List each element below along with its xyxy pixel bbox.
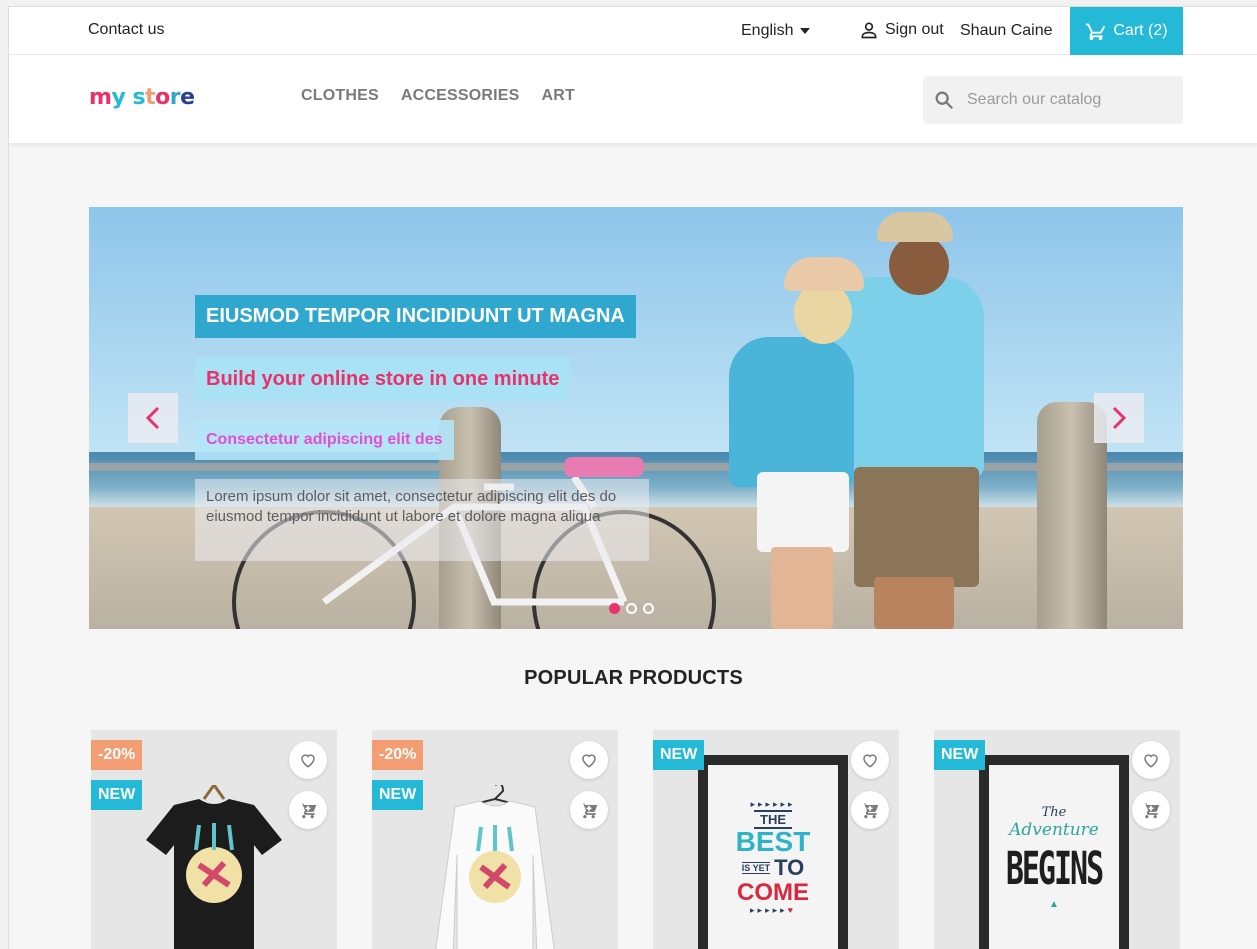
poster-dots: ▸▸▸▸▸♥ [750, 905, 796, 915]
poster-line: The [1041, 805, 1067, 820]
slide-tagline: Consectetur adipiscing elit des [195, 420, 454, 460]
menu-clothes[interactable]: CLOTHES [301, 87, 379, 105]
slide-title: EIUSMOD TEMPOR INCIDIDUNT UT MAGNA [195, 295, 636, 338]
sign-out-link[interactable]: Sign out [859, 20, 944, 40]
chevron-left-icon [145, 406, 160, 430]
wishlist-button[interactable] [289, 741, 327, 779]
poster-dots: ▸▸▸▸▸▸ [750, 799, 796, 809]
slide-person-man-shorts [854, 467, 979, 587]
product-card[interactable]: -20% NEW [372, 730, 618, 949]
poster-line: COME [737, 879, 809, 906]
poster-line: IS YET [741, 862, 771, 874]
language-selector[interactable]: English [741, 22, 811, 40]
main-menu: CLOTHES ACCESSORIES ART [301, 87, 575, 105]
add-cart-icon [1143, 803, 1160, 819]
slide-person-woman-legs [771, 547, 833, 629]
add-to-cart-button[interactable] [570, 791, 608, 829]
menu-art[interactable]: ART [542, 87, 575, 105]
new-badge: NEW [91, 780, 143, 810]
logo-letter: e [180, 85, 195, 110]
poster-frame: ▸▸▸▸▸▸ THE BEST IS YET TO COME ▸▸▸▸▸♥ [698, 755, 848, 949]
new-badge: NEW [653, 740, 705, 770]
logo-letter: o [155, 85, 170, 110]
slider-dot[interactable] [626, 603, 637, 614]
product-card[interactable]: ▸▸▸▸▸▸ THE BEST IS YET TO COME ▸▸▸▸▸♥ NE… [653, 730, 899, 949]
logo-letter: s [132, 85, 146, 110]
chevron-right-icon [1112, 406, 1127, 430]
poster-line-row: IS YET TO [741, 855, 805, 881]
slide-person-man-head [889, 235, 949, 295]
poster-line: TO [774, 855, 805, 880]
slide-person-man [834, 277, 984, 477]
slider-dots [609, 603, 654, 614]
slide-person-man-hat [877, 212, 953, 242]
hero-slider: EIUSMOD TEMPOR INCIDIDUNT UT MAGNA Build… [89, 207, 1183, 629]
slide-person-woman [729, 337, 854, 487]
wishlist-button[interactable] [570, 741, 608, 779]
menu-accessories[interactable]: ACCESSORIES [401, 87, 520, 105]
contact-us-link[interactable]: Contact us [88, 21, 164, 39]
discount-badge: -20% [91, 740, 143, 770]
search-icon[interactable] [933, 89, 955, 111]
product-list: -20% NEW -20% NEW ▸▸▸▸▸▸ THE BEST IS YET… [91, 730, 1180, 949]
heart-icon [1144, 754, 1158, 768]
slide-person-woman-hat [784, 257, 864, 291]
heart-icon [582, 754, 596, 768]
top-nav: Contact us English Sign out Shaun Caine … [9, 7, 1257, 55]
slide-person-woman-head [794, 282, 852, 344]
slide-body: Lorem ipsum dolor sit amet, consectetur … [195, 479, 649, 561]
search-box [923, 76, 1183, 124]
discount-badge: -20% [372, 740, 424, 770]
caret-down-icon [800, 28, 811, 34]
slider-dot[interactable] [643, 603, 654, 614]
page: Contact us English Sign out Shaun Caine … [8, 6, 1257, 949]
poster-line: BEST [735, 826, 811, 857]
black-tshirt-image [146, 785, 282, 949]
sign-out-label: Sign out [885, 21, 944, 38]
cart-button[interactable]: Cart (2) [1070, 7, 1183, 55]
new-badge: NEW [934, 740, 986, 770]
add-cart-icon [300, 803, 317, 819]
logo-letter: t [145, 85, 156, 110]
product-card[interactable]: -20% NEW [91, 730, 337, 949]
product-card[interactable]: The Adventure BEGINS ▲ NEW [934, 730, 1180, 949]
slide-person-man-legs [874, 577, 954, 629]
poster-best-is-yet-to-come: ▸▸▸▸▸▸ THE BEST IS YET TO COME ▸▸▸▸▸♥ [708, 765, 838, 949]
logo-letter: m [89, 85, 112, 110]
slider-prev-button[interactable] [128, 393, 178, 443]
tent-icon: ▲ [1049, 899, 1059, 910]
poster-adventure-begins: The Adventure BEGINS ▲ [989, 765, 1119, 949]
account-name[interactable]: Shaun Caine [960, 22, 1053, 40]
new-badge: NEW [372, 780, 424, 810]
cart-icon [1086, 23, 1106, 41]
user-icon [861, 22, 877, 39]
wishlist-button[interactable] [1132, 741, 1170, 779]
poster-frame: The Adventure BEGINS ▲ [979, 755, 1129, 949]
search-input[interactable] [967, 91, 1167, 109]
heart-icon [301, 754, 315, 768]
add-to-cart-button[interactable] [289, 791, 327, 829]
logo-letter: y [111, 85, 126, 110]
add-cart-icon [581, 803, 598, 819]
logo-letter: r [169, 85, 181, 110]
poster-line: BEGINS [1005, 843, 1104, 896]
add-to-cart-button[interactable] [851, 791, 889, 829]
header: my store CLOTHES ACCESSORIES ART [9, 55, 1257, 143]
slide-subtitle: Build your online store in one minute [195, 357, 571, 401]
store-logo[interactable]: my store [89, 85, 195, 110]
wishlist-button[interactable] [851, 741, 889, 779]
slide-person-woman-shorts [757, 472, 849, 552]
white-longsleeve-image [435, 785, 555, 949]
add-cart-icon [862, 803, 879, 819]
popular-products-heading: POPULAR PRODUCTS [524, 667, 743, 689]
cart-label: Cart (2) [1113, 22, 1168, 39]
heart-icon [863, 754, 877, 768]
poster-line: Adventure [1009, 820, 1099, 840]
slider-next-button[interactable] [1094, 393, 1144, 443]
add-to-cart-button[interactable] [1132, 791, 1170, 829]
language-label: English [741, 22, 794, 39]
slider-dot[interactable] [609, 603, 620, 614]
